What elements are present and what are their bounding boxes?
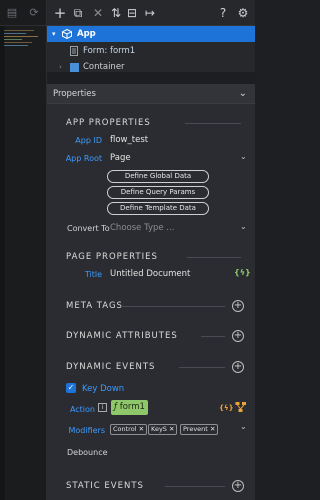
key-down-checkbox[interactable]: ✓	[66, 383, 76, 393]
app-cube-icon	[62, 28, 72, 40]
section-title-app-properties: APP PROPERTIES	[66, 118, 151, 128]
component-tree: ▾ App Form: form1 › Container	[47, 26, 255, 76]
define-template-data-button[interactable]: Define Template Data	[107, 202, 209, 215]
modifier-chip[interactable]: Prevent ✕	[180, 424, 219, 435]
debounce-input[interactable]	[110, 444, 240, 458]
divider	[187, 257, 241, 258]
editor-gutter	[0, 26, 5, 500]
panel-divider	[47, 72, 255, 84]
code-editor-strip: ▤ ⟳	[0, 0, 47, 500]
section-title-dynamic-attributes: DYNAMIC ATTRIBUTES	[66, 331, 178, 341]
app-root-chevron-icon[interactable]: ⌄	[240, 152, 247, 161]
divider	[165, 486, 225, 487]
dynamic-data-icon[interactable]: {ϟ}	[234, 268, 251, 277]
tree-item-form[interactable]: Form: form1	[47, 43, 255, 59]
action-label: Action	[69, 405, 95, 414]
divider	[201, 336, 225, 337]
collapse-chevron-icon[interactable]: ⌄	[239, 88, 247, 99]
define-query-params-button[interactable]: Define Query Params	[107, 186, 209, 199]
settings-icon[interactable]: ⚙	[236, 6, 250, 20]
key-down-label: Key Down	[82, 384, 125, 394]
app-id-label: App ID	[75, 136, 102, 145]
add-meta-tag-button[interactable]: +	[232, 300, 244, 312]
section-title-static-events: STATIC EVENTS	[66, 481, 144, 491]
define-global-data-button[interactable]: Define Global Data	[107, 170, 209, 183]
app-id-input[interactable]: flow_test	[110, 135, 148, 145]
divider	[185, 123, 241, 124]
add-dynamic-attribute-button[interactable]: +	[232, 330, 244, 342]
action-value: form1	[119, 402, 145, 412]
title-input[interactable]: Untitled Document	[110, 269, 190, 279]
convert-to-select[interactable]: Choose Type ...	[110, 223, 174, 233]
tree-item-label: App	[77, 29, 96, 39]
action-value-box[interactable]: ƒ form1	[111, 400, 148, 415]
delete-icon[interactable]: ✕	[91, 6, 105, 20]
modifier-chip[interactable]: KeyS ✕	[148, 424, 178, 435]
properties-header[interactable]: Properties ⌄	[47, 84, 255, 104]
section-title-meta-tags: META TAGS	[66, 301, 123, 311]
code-line	[4, 36, 38, 37]
info-icon[interactable]: i	[98, 403, 107, 412]
modifiers-label: Modifiers	[68, 426, 105, 435]
flow-icon[interactable]	[235, 401, 247, 413]
convert-to-label: Convert To	[67, 224, 110, 233]
add-dynamic-event-button[interactable]: +	[232, 361, 244, 373]
refresh-icon[interactable]: ⟳	[28, 7, 40, 19]
divider	[121, 306, 225, 307]
container-icon	[70, 63, 79, 72]
code-line	[4, 30, 34, 31]
app-root-label: App Root	[65, 154, 102, 163]
editor-toolbar: ▤ ⟳	[0, 0, 46, 26]
convert-to-chevron-icon[interactable]: ⌄	[240, 222, 247, 231]
add-static-event-button[interactable]: +	[232, 480, 244, 492]
section-title-dynamic-events: DYNAMIC EVENTS	[66, 362, 156, 372]
properties-content: APP PROPERTIES App ID flow_test App Root…	[47, 104, 255, 500]
code-line	[4, 42, 32, 43]
code-line	[4, 33, 26, 34]
sidebar-toggle-icon[interactable]: ▤	[6, 7, 18, 19]
divider	[179, 367, 225, 368]
function-icon: ƒ	[114, 402, 117, 412]
tree-item-app[interactable]: ▾ App	[47, 26, 255, 42]
expand-chevron-icon[interactable]: ▾	[52, 26, 56, 42]
tree-item-label: Form: form1	[83, 46, 136, 56]
remove-modifier-icon[interactable]: ✕	[169, 425, 174, 433]
debounce-label: Debounce	[67, 448, 108, 457]
form-icon	[70, 46, 78, 56]
dynamic-action-icon[interactable]: {ϟ}	[219, 404, 234, 412]
remove-modifier-icon[interactable]: ✕	[139, 425, 144, 433]
structure-panel: + ⧉ ✕ ⇅ ⊟ ↦ ? ⚙ ▾ App Form: form1 › Cont…	[47, 0, 255, 500]
modifier-chip[interactable]: Control ✕	[110, 424, 148, 435]
help-icon[interactable]: ?	[216, 6, 230, 20]
modifiers-chevron-icon[interactable]: ⌄	[240, 422, 247, 431]
code-line	[4, 45, 28, 46]
structure-icon[interactable]: ⊟	[125, 6, 139, 20]
title-label: Title	[84, 270, 102, 279]
properties-title: Properties	[53, 89, 96, 99]
section-title-page-properties: PAGE PROPERTIES	[66, 252, 158, 262]
move-icon[interactable]: ⇅	[109, 6, 123, 20]
duplicate-icon[interactable]: ⧉	[71, 6, 85, 20]
panel-toolbar: + ⧉ ✕ ⇅ ⊟ ↦ ? ⚙	[47, 0, 255, 26]
export-icon[interactable]: ↦	[143, 6, 157, 20]
app-root-select[interactable]: Page	[110, 153, 131, 163]
remove-modifier-icon[interactable]: ✕	[210, 425, 215, 433]
code-line	[4, 39, 22, 40]
add-icon[interactable]: +	[53, 6, 67, 21]
